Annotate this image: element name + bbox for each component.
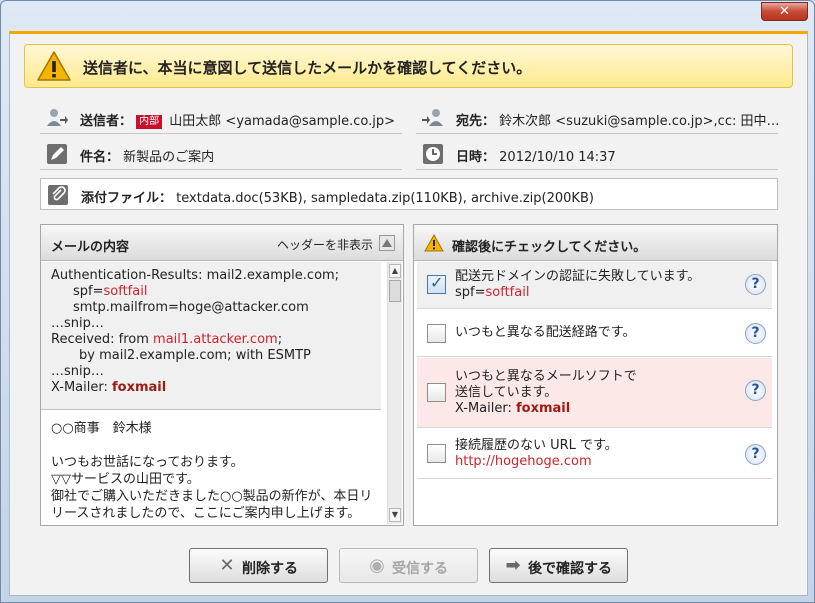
warning-banner-text: 送信者に、本当に意図して送信したメールかを確認してください。 — [83, 59, 532, 77]
check-item-url[interactable]: 接続履歴のない URL です。 http://hogehoge.com ? — [417, 429, 772, 479]
scroll-up-icon[interactable]: ▲ — [389, 264, 401, 278]
x-mailer-text: foxmail — [111, 380, 167, 395]
header-line: X-Mailer: foxmail — [51, 380, 167, 395]
check-item-detail: X-Mailer: foxmail — [455, 401, 571, 416]
check-later-button-label: 後で確認する — [528, 561, 612, 577]
body-line: 御社でご購入いただきました○○製品の新作が、本日リ — [51, 489, 373, 504]
mail-content-header: メールの内容 ヘッダーを非表示 — [41, 225, 403, 261]
warning-icon — [37, 51, 71, 81]
help-icon[interactable]: ? — [745, 444, 766, 465]
check-item-auth[interactable]: ✓ 配送元ドメインの認証に失敗しています。 spf=softfail ? — [417, 262, 772, 309]
subject-row: 件名： 新製品のご案内 — [40, 138, 402, 170]
receive-button-label: 受信する — [392, 561, 448, 577]
suspicious-url-text: http://hogehoge.com — [455, 454, 592, 469]
pencil-icon — [47, 144, 67, 164]
route-checkbox[interactable] — [427, 324, 446, 343]
check-item-text: いつもと異なるメールソフトで — [455, 369, 637, 384]
mailer-checkbox[interactable] — [427, 383, 446, 402]
mail-body-text: ○○商事 鈴木様 いつもお世話になっております。 ▽▽サービスの山田です。 御社… — [51, 420, 381, 522]
warning-banner: 送信者に、本当に意図して送信したメールかを確認してください。 — [24, 44, 793, 88]
mail-content-title: メールの内容 — [51, 240, 130, 255]
attachments-label: 添付ファイル： — [81, 191, 173, 206]
paperclip-icon — [48, 185, 68, 205]
recipient-value: 鈴木次郎 <suzuki@sample.co.jp>,cc: 田中… — [499, 114, 778, 129]
help-icon[interactable]: ? — [745, 323, 766, 344]
sender-label: 送信者： — [80, 114, 133, 129]
checklist-panel: 確認後にチェックしてください。 ✓ 配送元ドメインの認証に失敗しています。 sp… — [413, 224, 778, 526]
delete-button-label: 削除する — [242, 561, 298, 577]
sender-person-icon — [47, 109, 68, 126]
mail-content-panel: メールの内容 ヘッダーを非表示 Authentication-Results: … — [40, 224, 404, 526]
triangle-up-icon — [382, 239, 392, 247]
recipient-person-icon — [422, 109, 443, 126]
sender-row: 送信者： 内部 山田太郎 <yamada@sample.co.jp> — [40, 102, 402, 134]
hide-header-link[interactable]: ヘッダーを非表示 — [277, 236, 373, 253]
spf-softfail-text: softfail — [103, 284, 148, 299]
warning-small-icon — [424, 234, 444, 252]
sender-value: 山田太郎 <yamada@sample.co.jp> — [169, 114, 395, 129]
header-line: …snip… — [51, 364, 104, 379]
clock-icon — [423, 144, 443, 164]
checklist-header: 確認後にチェックしてください。 — [414, 225, 777, 261]
dialog-window: ✕ 送信者に、本当に意図して送信したメールかを確認してください。 送信者： 内部… — [0, 0, 815, 603]
header-line: smtp.mailfrom=hoge@attacker.com — [73, 300, 309, 315]
recipient-label: 宛先： — [456, 114, 496, 129]
close-button[interactable]: ✕ — [761, 2, 808, 21]
header-line: Authentication-Results: mail2.example.co… — [51, 268, 340, 283]
body-line: ○○商事 鈴木様 — [51, 421, 152, 436]
mail-scrollbar[interactable]: ▲ ▼ — [387, 262, 402, 524]
receive-button[interactable]: ◉ 受信する — [339, 548, 478, 583]
date-row: 日時： 2012/10/10 14:37 — [416, 138, 778, 170]
check-item-text: 接続履歴のない URL です。 — [455, 438, 618, 453]
scroll-thumb[interactable] — [389, 280, 401, 302]
dialog-content: 送信者に、本当に意図して送信したメールかを確認してください。 送信者： 内部 山… — [9, 31, 808, 596]
checklist-title: 確認後にチェックしてください。 — [452, 240, 647, 255]
date-label: 日時： — [456, 150, 496, 165]
check-later-button[interactable]: ➡ 後で確認する — [489, 548, 628, 583]
recipient-row: 宛先： 鈴木次郎 <suzuki@sample.co.jp>,cc: 田中… — [416, 102, 778, 134]
delete-x-icon: ✕ — [219, 555, 235, 576]
received-host-text: mail1.attacker.com — [153, 332, 278, 347]
header-line: Received: from mail1.attacker.com; — [51, 332, 283, 347]
internal-badge: 内部 — [136, 115, 163, 129]
check-item-text: 配送元ドメインの認証に失敗しています。 — [455, 269, 701, 284]
collapse-header-button[interactable] — [379, 235, 395, 251]
check-item-detail: spf=softfail — [455, 285, 530, 300]
body-line: いつもお世話になっております。 — [51, 455, 244, 470]
check-item-text: いつもと異なる配送経路です。 — [455, 325, 636, 340]
attachments-row: 添付ファイル： textdata.doc(53KB), sampledata.z… — [40, 178, 778, 210]
help-icon[interactable]: ? — [745, 380, 766, 401]
attachments-value: textdata.doc(53KB), sampledata.zip(110KB… — [176, 191, 594, 206]
scroll-down-icon[interactable]: ▼ — [389, 508, 401, 522]
check-item-text: 送信しています。 — [455, 385, 558, 400]
header-line: …snip… — [51, 316, 104, 331]
header-line: by mail2.example.com; with ESMTP — [79, 348, 311, 363]
date-value: 2012/10/10 14:37 — [499, 150, 616, 165]
mail-headers-area: Authentication-Results: mail2.example.co… — [41, 262, 381, 410]
checkmark-icon: ✓ — [430, 273, 444, 292]
body-line: ▽▽サービスの山田です。 — [51, 472, 200, 487]
auth-checkbox[interactable]: ✓ — [427, 273, 446, 294]
subject-value: 新製品のご案内 — [123, 150, 215, 165]
subject-label: 件名： — [80, 150, 120, 165]
url-checkbox[interactable] — [427, 444, 446, 463]
header-line: spf=softfail — [73, 284, 148, 299]
check-item-route[interactable]: いつもと異なる配送経路です。 ? — [417, 310, 772, 357]
help-icon[interactable]: ? — [745, 274, 766, 295]
body-line — [51, 437, 381, 454]
delete-button[interactable]: ✕ 削除する — [189, 548, 328, 583]
receive-circle-icon: ◉ — [369, 555, 385, 576]
arrow-right-icon: ➡ — [505, 555, 521, 576]
body-line: リースされましたので、ここにご案内申し上げます。 — [51, 506, 361, 521]
check-item-mailer[interactable]: いつもと異なるメールソフトで 送信しています。 X-Mailer: foxmai… — [417, 358, 772, 428]
